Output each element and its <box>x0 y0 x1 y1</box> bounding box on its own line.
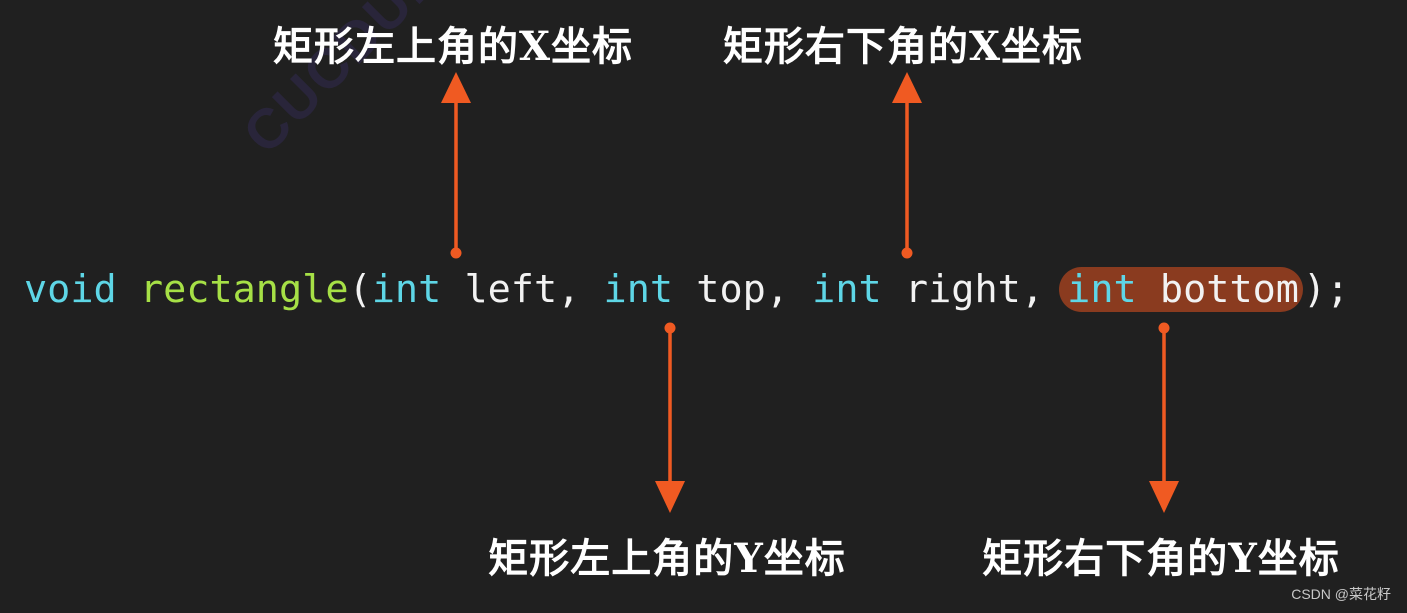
arrow-origin-dot <box>1158 322 1170 334</box>
arrow-head-up-icon <box>892 72 922 103</box>
arrow-origin-dot <box>901 247 913 259</box>
arrow-origin-dot <box>450 247 462 259</box>
arrows-layer <box>441 72 1179 513</box>
arrow-bottom-to-bottom-right-y <box>1149 322 1179 513</box>
arrow-head-down-icon <box>1149 481 1179 513</box>
arrow-right-to-bottom-right-x <box>892 72 922 259</box>
arrow-top-to-top-left-y <box>655 322 685 513</box>
arrow-head-up-icon <box>441 72 471 103</box>
csdn-watermark: CSDN @菜花籽 <box>1291 586 1391 602</box>
arrow-origin-dot <box>664 322 676 334</box>
arrow-head-down-icon <box>655 481 685 513</box>
arrow-left-to-top-left-x <box>441 72 471 259</box>
